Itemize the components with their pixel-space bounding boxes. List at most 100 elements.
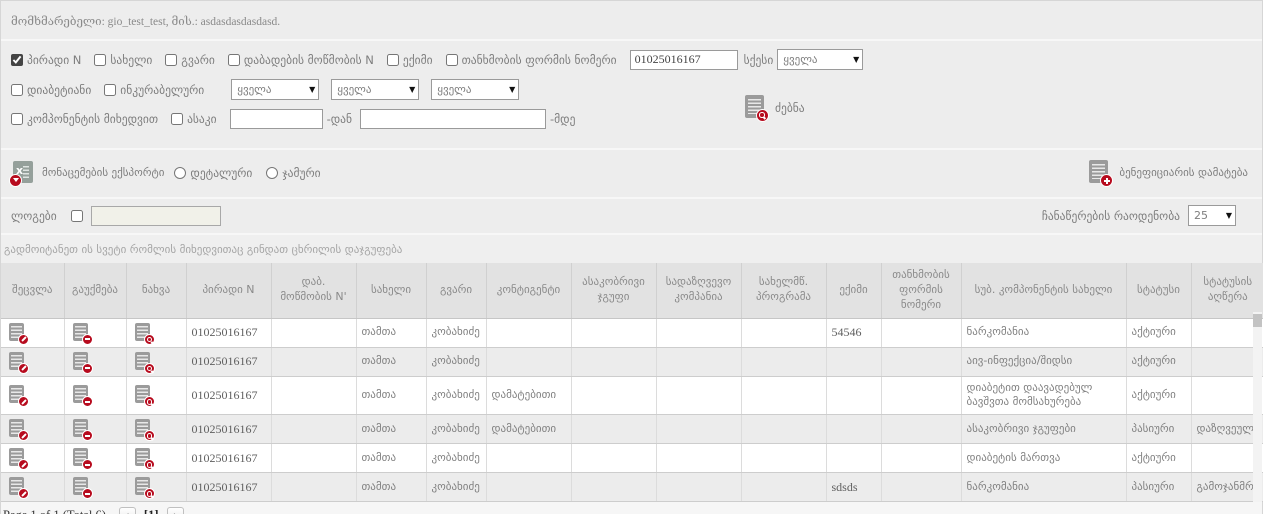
user-info-bar: მომხმარებელი: gio_test_test, მის.: asdas… — [1, 1, 1262, 41]
cancel-icon[interactable] — [73, 477, 90, 497]
table-cell — [271, 473, 356, 502]
edit-icon[interactable] — [9, 352, 26, 372]
cancel-icon[interactable] — [73, 323, 90, 343]
next-page-button[interactable]: › — [167, 507, 184, 514]
chevron-down-icon: ▼ — [509, 85, 515, 94]
table-cell — [881, 347, 961, 376]
filter1-1-checkbox[interactable] — [94, 54, 106, 66]
table-cell — [826, 376, 881, 415]
filter3-1-checkbox[interactable] — [171, 113, 183, 125]
edit-icon[interactable] — [9, 385, 26, 405]
cancel-icon[interactable] — [73, 385, 90, 405]
prev-page-button[interactable]: ‹ — [119, 507, 136, 514]
column-header-8[interactable]: ასაკობრივი ჯგუფი — [571, 263, 656, 318]
edit-cell — [1, 473, 64, 502]
edit-icon[interactable] — [9, 419, 26, 439]
data-export-button[interactable]: x მონაცემების ექსპორტი დეტალურიჯამური — [11, 161, 335, 185]
filter1-3-checkbox[interactable] — [228, 54, 240, 66]
search-button[interactable]: ძებნა — [745, 95, 805, 120]
age-from-input[interactable] — [230, 109, 323, 129]
edit-icon[interactable] — [9, 448, 26, 468]
table-cell: კობახიძე — [426, 376, 486, 415]
filter-dropdown-1[interactable]: ყველა▼ — [331, 79, 419, 100]
filter-dropdown-2[interactable]: ყველა▼ — [431, 79, 519, 100]
column-header-1[interactable]: გაუქმება — [64, 263, 126, 318]
edit-icon[interactable] — [9, 323, 26, 343]
filter2-0-checkbox[interactable] — [11, 84, 23, 96]
column-header-6[interactable]: გვარი — [426, 263, 486, 318]
vertical-scrollbar[interactable] — [1253, 312, 1262, 502]
table-cell — [881, 473, 961, 502]
column-header-4[interactable]: დაბ. მოწმობის N' — [271, 263, 356, 318]
column-header-11[interactable]: ექიმი — [826, 263, 881, 318]
column-header-12[interactable]: თანხმობის ფორმის ნომერი — [881, 263, 961, 318]
edit-icon[interactable] — [9, 477, 26, 497]
view-icon[interactable] — [135, 323, 152, 343]
table-cell: 01025016167 — [186, 415, 271, 444]
filter1-0-checkbox[interactable] — [11, 54, 23, 66]
add-beneficiary-button[interactable]: ბენეფიციარის დამატება — [1089, 160, 1248, 185]
column-header-13[interactable]: სუბ. კომპონენტის სახელი — [961, 263, 1126, 318]
export-type-option: ჯამური — [266, 166, 320, 180]
column-header-14[interactable]: სტატუსი — [1126, 263, 1191, 318]
filter1-2-checkbox[interactable] — [165, 54, 177, 66]
table-cell: კობახიძე — [426, 347, 486, 376]
beneficiary-management-page: მომხმარებელი: gio_test_test, მის.: asdas… — [0, 0, 1263, 514]
table-cell — [741, 473, 826, 502]
view-icon[interactable] — [135, 352, 152, 372]
table-cell — [571, 318, 656, 347]
table-cell: კობახიძე — [426, 415, 486, 444]
view-icon[interactable] — [135, 419, 152, 439]
logs-checkbox[interactable] — [71, 210, 83, 222]
filter1-5-label: თანხმობის ფორმის ნომერი — [462, 53, 617, 67]
filter2-1-checkbox[interactable] — [104, 84, 116, 96]
table-row: 01025016167თამთაკობახიძედიაბეტის მართვაა… — [1, 444, 1263, 473]
logs-input[interactable] — [91, 206, 221, 226]
view-icon[interactable] — [135, 385, 152, 405]
cancel-icon[interactable] — [73, 448, 90, 468]
edit-cell — [1, 318, 64, 347]
records-count-select[interactable]: 25 ▼ — [1188, 205, 1236, 226]
filter1-5-checkbox[interactable] — [446, 54, 458, 66]
column-header-15[interactable]: სტატუსის აღწერა — [1191, 263, 1263, 318]
column-header-2[interactable]: ნახვა — [126, 263, 186, 318]
column-header-9[interactable]: სადაზღვევო კომპანია — [656, 263, 741, 318]
edit-cell — [1, 415, 64, 444]
filter1-4-checkbox[interactable] — [387, 54, 399, 66]
table-cell — [486, 444, 571, 473]
vertical-scrollbar-thumb[interactable] — [1253, 314, 1262, 327]
table-cell — [271, 347, 356, 376]
table-header-row: შეცვლაგაუქმებანახვაპირადი Nდაბ. მოწმობის… — [1, 263, 1263, 318]
view-cell — [126, 318, 186, 347]
table-cell: ნარკომანია — [961, 473, 1126, 502]
export-type-radio-0[interactable] — [174, 167, 186, 179]
column-header-7[interactable]: კონტიგენტი — [486, 263, 571, 318]
column-header-5[interactable]: სახელი — [356, 263, 426, 318]
filter3-1-label: ასაკი — [187, 112, 217, 126]
cancel-icon[interactable] — [73, 419, 90, 439]
column-header-10[interactable]: სახელმწ. პროგრამა — [741, 263, 826, 318]
table-row: 01025016167თამთაკობახიძედამატებითიდიაბეტ… — [1, 376, 1263, 415]
age-to-input[interactable] — [360, 109, 546, 129]
view-cell — [126, 444, 186, 473]
filter1-4-label: ექიმი — [403, 53, 433, 67]
table-cell — [826, 415, 881, 444]
filter1-4-checkbox-group: ექიმი — [387, 53, 433, 67]
filter3-0-checkbox[interactable] — [11, 113, 23, 125]
table-cell — [881, 444, 961, 473]
export-type-radio-1[interactable] — [266, 167, 278, 179]
column-header-0[interactable]: შეცვლა — [1, 263, 64, 318]
table-cell — [826, 444, 881, 473]
view-icon[interactable] — [135, 477, 152, 497]
filter-dropdown-0[interactable]: ყველა▼ — [231, 79, 319, 100]
consent-form-number-input[interactable] — [630, 50, 738, 70]
view-icon[interactable] — [135, 448, 152, 468]
table-cell: თამთა — [356, 376, 426, 415]
filter2-1-checkbox-group: ინკურაბელური — [104, 83, 204, 97]
cancel-cell — [64, 318, 126, 347]
cancel-cell — [64, 415, 126, 444]
gender-select[interactable]: ყველა ▼ — [777, 49, 863, 70]
cancel-icon[interactable] — [73, 352, 90, 372]
table-cell: sdsds — [826, 473, 881, 502]
column-header-3[interactable]: პირადი N — [186, 263, 271, 318]
